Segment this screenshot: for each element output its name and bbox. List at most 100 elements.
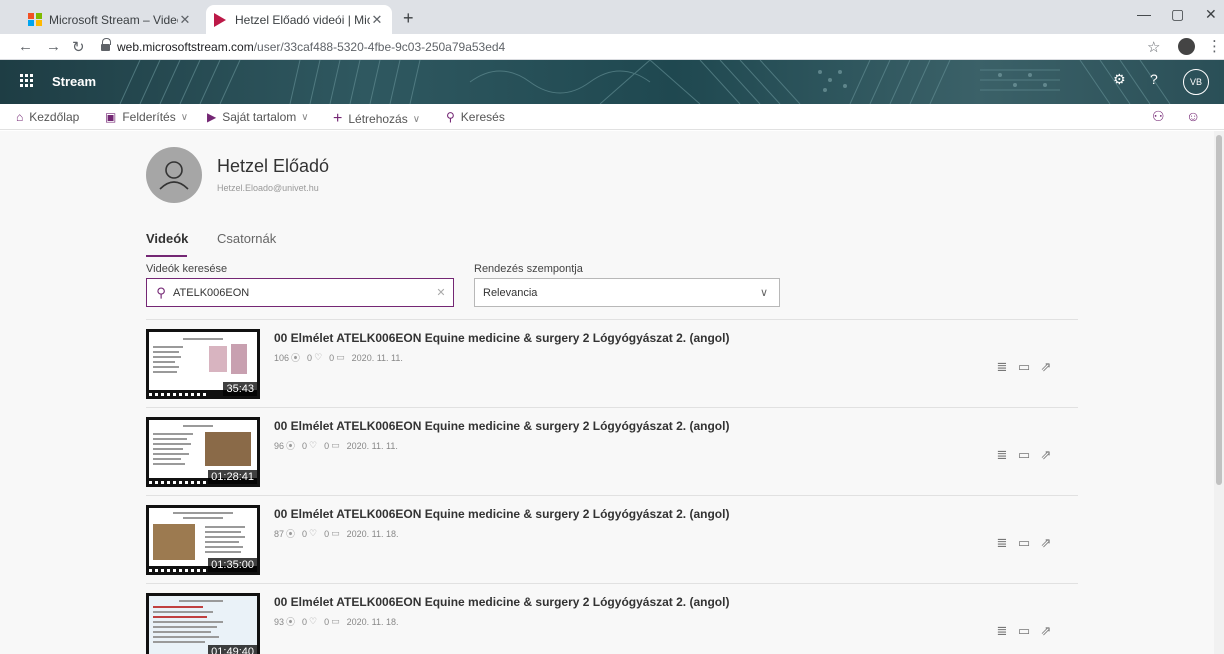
bookmark-star-icon[interactable]: ☆ (1147, 38, 1160, 56)
share-icon[interactable]: ⇗ (1035, 447, 1057, 463)
app-launcher-icon[interactable] (20, 74, 33, 87)
video-date: 2020. 11. 18. (346, 528, 399, 539)
slide-progress-dots (149, 569, 209, 572)
person-icon (159, 161, 189, 190)
video-title[interactable]: 00 Elmélet ATELK006EON Equine medicine &… (274, 331, 729, 345)
video-thumbnail[interactable]: 01:28:41 (146, 417, 260, 487)
video-list-item[interactable]: 01:35:00 00 Elmélet ATELK006EON Equine m… (146, 505, 1078, 577)
video-date: 2020. 11. 11. (351, 352, 403, 363)
video-title[interactable]: 00 Elmélet ATELK006EON Equine medicine &… (274, 419, 729, 433)
heart-icon: ♡ (309, 616, 318, 626)
like-count: 0 (307, 352, 313, 363)
video-thumbnail[interactable]: 01:35:00 (146, 505, 260, 575)
nav-create[interactable]: + Létrehozás ∨ (333, 110, 420, 128)
comment-icon[interactable]: ▭ (1013, 535, 1035, 551)
views-icon: ⦿ (291, 353, 301, 363)
minimize-icon[interactable]: — (1137, 6, 1151, 22)
view-count: 106 (274, 352, 290, 363)
forward-arrow-icon[interactable]: → (46, 38, 61, 55)
video-title[interactable]: 00 Elmélet ATELK006EON Equine medicine &… (274, 507, 729, 521)
comment-icon[interactable]: ▭ (1013, 359, 1035, 375)
comment-count: 0 (329, 352, 335, 363)
search-value[interactable]: ATELK006EON (173, 287, 429, 299)
video-thumbnail[interactable]: 01:49:40 (146, 593, 260, 654)
chevron-down-icon: ∨ (412, 113, 421, 125)
profile-icon[interactable] (1178, 38, 1195, 55)
profile-email: Hetzel.Eloado@univet.hu (217, 183, 319, 193)
sort-dropdown[interactable]: Relevancia ∨ (474, 278, 780, 307)
person-icon[interactable]: ⚇ (1152, 108, 1165, 125)
clear-search-icon[interactable]: ✕ (429, 286, 453, 299)
vertical-scrollbar[interactable] (1214, 131, 1224, 654)
add-to-watchlist-icon[interactable]: ≣ (991, 535, 1013, 551)
feedback-smiley-icon[interactable]: ☺ (1186, 108, 1200, 124)
stream-nav-bar: ⌂ Kezdőlap ▣ Felderítés ∨ ▶ Saját tartalom ∨ … (0, 104, 1224, 130)
tab-videos[interactable]: Videók (146, 231, 188, 246)
slide-progress-dots (149, 481, 209, 484)
browser-tab-stream[interactable]: Microsoft Stream – Videómegosz ✕ (20, 5, 200, 34)
comment-count: 0 (324, 528, 330, 539)
address-bar: ← → ↻ web.microsoftstream.com/user/33caf… (0, 34, 1224, 60)
settings-gear-icon[interactable]: ⚙ (1113, 71, 1126, 88)
views-icon: ⦿ (286, 441, 296, 451)
comment-count: 0 (324, 440, 330, 451)
new-tab-icon[interactable]: + (403, 8, 414, 29)
add-to-watchlist-icon[interactable]: ≣ (991, 359, 1013, 375)
views-icon: ⦿ (286, 529, 296, 539)
nav-home[interactable]: ⌂ Kezdőlap (16, 110, 79, 124)
comment-icon: ▭ (331, 440, 340, 450)
views-icon: ⦿ (286, 617, 296, 627)
nav-my-content[interactable]: ▶ Saját tartalom ∨ (207, 110, 309, 124)
like-count: 0 (302, 616, 308, 627)
nav-home-label: Kezdőlap (29, 110, 80, 124)
search-icon: ⚲ (156, 284, 166, 300)
video-thumbnail[interactable]: 35:43 (146, 329, 260, 399)
share-icon[interactable]: ⇗ (1035, 623, 1057, 639)
video-meta: 87 ⦿ 0 ♡ 0 ▭ 2020. 11. 18. (274, 527, 399, 540)
back-arrow-icon[interactable]: ← (18, 38, 33, 55)
menu-dots-icon[interactable]: ⋮ (1207, 37, 1222, 55)
list-divider (146, 407, 1078, 408)
video-actions: ≣ ▭ ⇗ (991, 623, 1057, 639)
nav-discover[interactable]: ▣ Felderítés ∨ (105, 110, 188, 124)
comment-icon[interactable]: ▭ (1013, 623, 1035, 639)
profile-name: Hetzel Előadó (217, 156, 330, 176)
sort-value: Relevancia (483, 286, 538, 299)
share-icon[interactable]: ⇗ (1035, 535, 1057, 551)
discover-icon: ▣ (105, 110, 117, 124)
list-divider (146, 495, 1078, 496)
plus-icon: + (333, 110, 343, 127)
like-count: 0 (302, 440, 308, 451)
url-field[interactable]: web.microsoftstream.com/user/33caf488-53… (117, 40, 505, 54)
chevron-down-icon: ∨ (759, 287, 769, 299)
add-to-watchlist-icon[interactable]: ≣ (991, 447, 1013, 463)
nav-search[interactable]: ⚲ Keresés (446, 110, 505, 124)
close-tab-icon[interactable]: ✕ (178, 12, 192, 28)
video-list-item[interactable]: 01:49:40 00 Elmélet ATELK006EON Equine m… (146, 593, 1078, 654)
reload-icon[interactable]: ↻ (72, 38, 85, 56)
comment-icon[interactable]: ▭ (1013, 447, 1035, 463)
close-tab-icon[interactable]: ✕ (370, 12, 384, 28)
close-window-icon[interactable]: ✕ (1205, 6, 1217, 23)
add-to-watchlist-icon[interactable]: ≣ (991, 623, 1013, 639)
view-count: 87 (274, 528, 285, 539)
comment-icon: ▭ (331, 528, 340, 538)
home-icon: ⌂ (16, 110, 24, 124)
browser-tab-user-videos[interactable]: Hetzel Előadó videói | Microsoft ✕ (206, 5, 392, 34)
video-duration: 35:43 (223, 382, 257, 396)
search-icon: ⚲ (446, 110, 455, 124)
video-actions: ≣ ▭ ⇗ (991, 447, 1057, 463)
video-date: 2020. 11. 18. (346, 616, 399, 627)
video-list-item[interactable]: 35:43 00 Elmélet ATELK006EON Equine medi… (146, 329, 1078, 401)
video-title[interactable]: 00 Elmélet ATELK006EON Equine medicine &… (274, 595, 729, 609)
user-avatar-button[interactable]: VB (1183, 69, 1209, 95)
video-list-item[interactable]: 01:28:41 00 Elmélet ATELK006EON Equine m… (146, 417, 1078, 489)
share-icon[interactable]: ⇗ (1035, 359, 1057, 375)
tab-channels[interactable]: Csatornák (217, 231, 276, 246)
help-icon[interactable]: ? (1150, 71, 1158, 87)
stream-header: Stream ⚙ ? VB (0, 60, 1224, 104)
scrollbar-thumb[interactable] (1216, 135, 1222, 485)
app-name[interactable]: Stream (52, 74, 96, 89)
maximize-icon[interactable]: ▢ (1171, 6, 1184, 23)
video-search-input[interactable]: ⚲ ATELK006EON ✕ (146, 278, 454, 307)
